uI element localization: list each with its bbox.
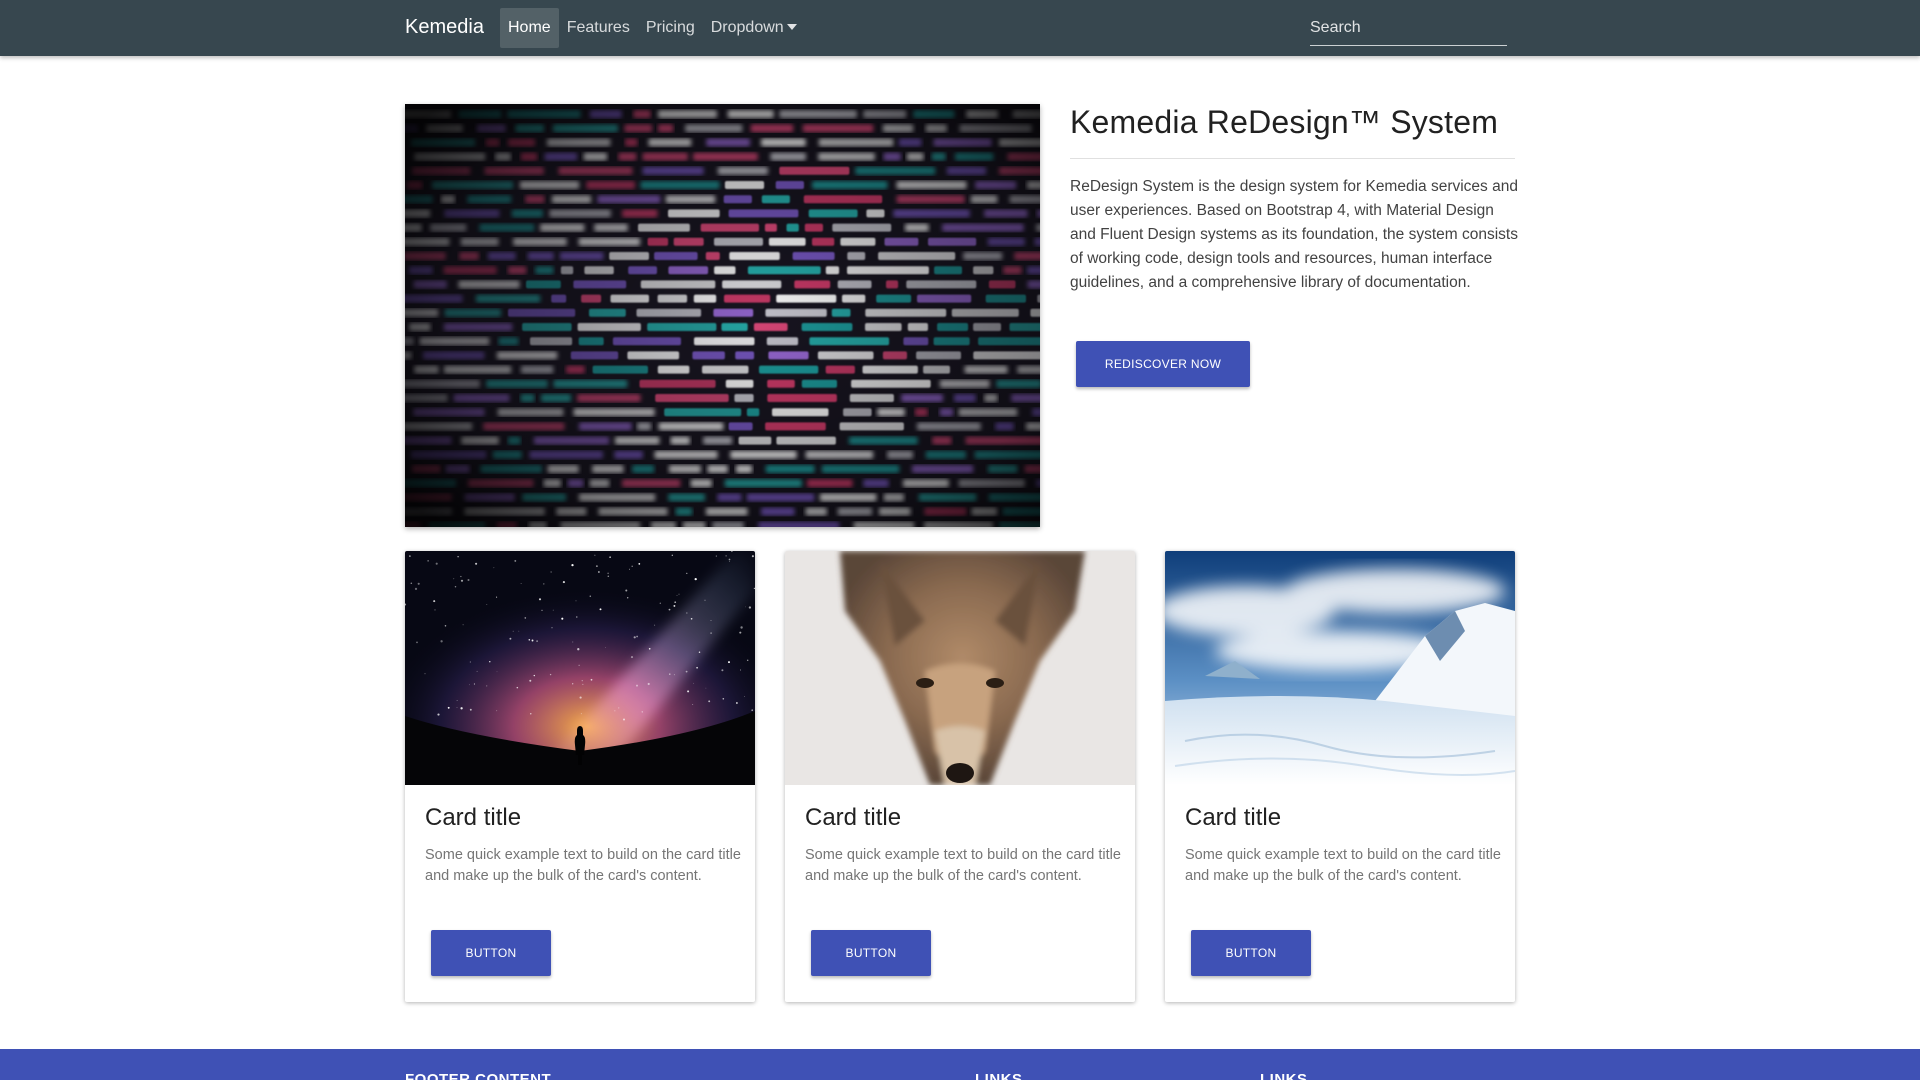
card-galaxy-image: [405, 551, 755, 785]
search-input[interactable]: [1310, 12, 1507, 44]
footer: Footer Content Links Links: [0, 1049, 1920, 1080]
card-text: Some quick example text to build on the …: [425, 847, 741, 884]
hero-divider: [1070, 158, 1515, 159]
nav-dropdown-toggle[interactable]: Dropdown: [703, 8, 805, 48]
card-button[interactable]: Button: [431, 930, 551, 976]
nav-home-link[interactable]: Home: [500, 8, 559, 48]
footer-heading-content: Footer Content: [405, 1071, 552, 1080]
search-field: [1310, 12, 1507, 46]
caret-down-icon: [786, 23, 797, 30]
hero-description: ReDesign System is the design system for…: [1070, 178, 1518, 291]
hero-title: Kemedia ReDesign™ System: [1070, 104, 1499, 140]
hero-code-image: [405, 104, 1040, 527]
footer-heading-links: Links: [975, 1071, 1023, 1080]
card-button[interactable]: Button: [1191, 930, 1311, 976]
nav-links: Home Features Pricing Dropdown: [500, 8, 805, 48]
nav-pricing-link[interactable]: Pricing: [638, 8, 703, 48]
rediscover-now-button[interactable]: Rediscover now: [1076, 341, 1250, 387]
card-galaxy: Card title Some quick example text to bu…: [405, 551, 755, 1002]
navbar: Kemedia Home Features Pricing Dropdown: [0, 0, 1920, 56]
card-coyote-image: [785, 551, 1135, 785]
card-title: Card title: [425, 804, 522, 831]
card-mountain-image: [1165, 551, 1515, 785]
card-text: Some quick example text to build on the …: [1185, 847, 1501, 884]
footer-heading-links: Links: [1260, 1071, 1308, 1080]
nav-dropdown-label: Dropdown: [710, 19, 784, 36]
card-coyote: Card title Some quick example text to bu…: [785, 551, 1135, 1002]
card-button[interactable]: Button: [811, 930, 931, 976]
card-mountain: Card title Some quick example text to bu…: [1165, 551, 1515, 1002]
card-title: Card title: [1185, 804, 1282, 831]
code-screen-picture: [405, 104, 1040, 527]
card-text: Some quick example text to build on the …: [805, 847, 1121, 884]
nav-features-link[interactable]: Features: [559, 8, 638, 48]
brand-logo[interactable]: Kemedia: [405, 16, 484, 39]
card-title: Card title: [805, 804, 902, 831]
